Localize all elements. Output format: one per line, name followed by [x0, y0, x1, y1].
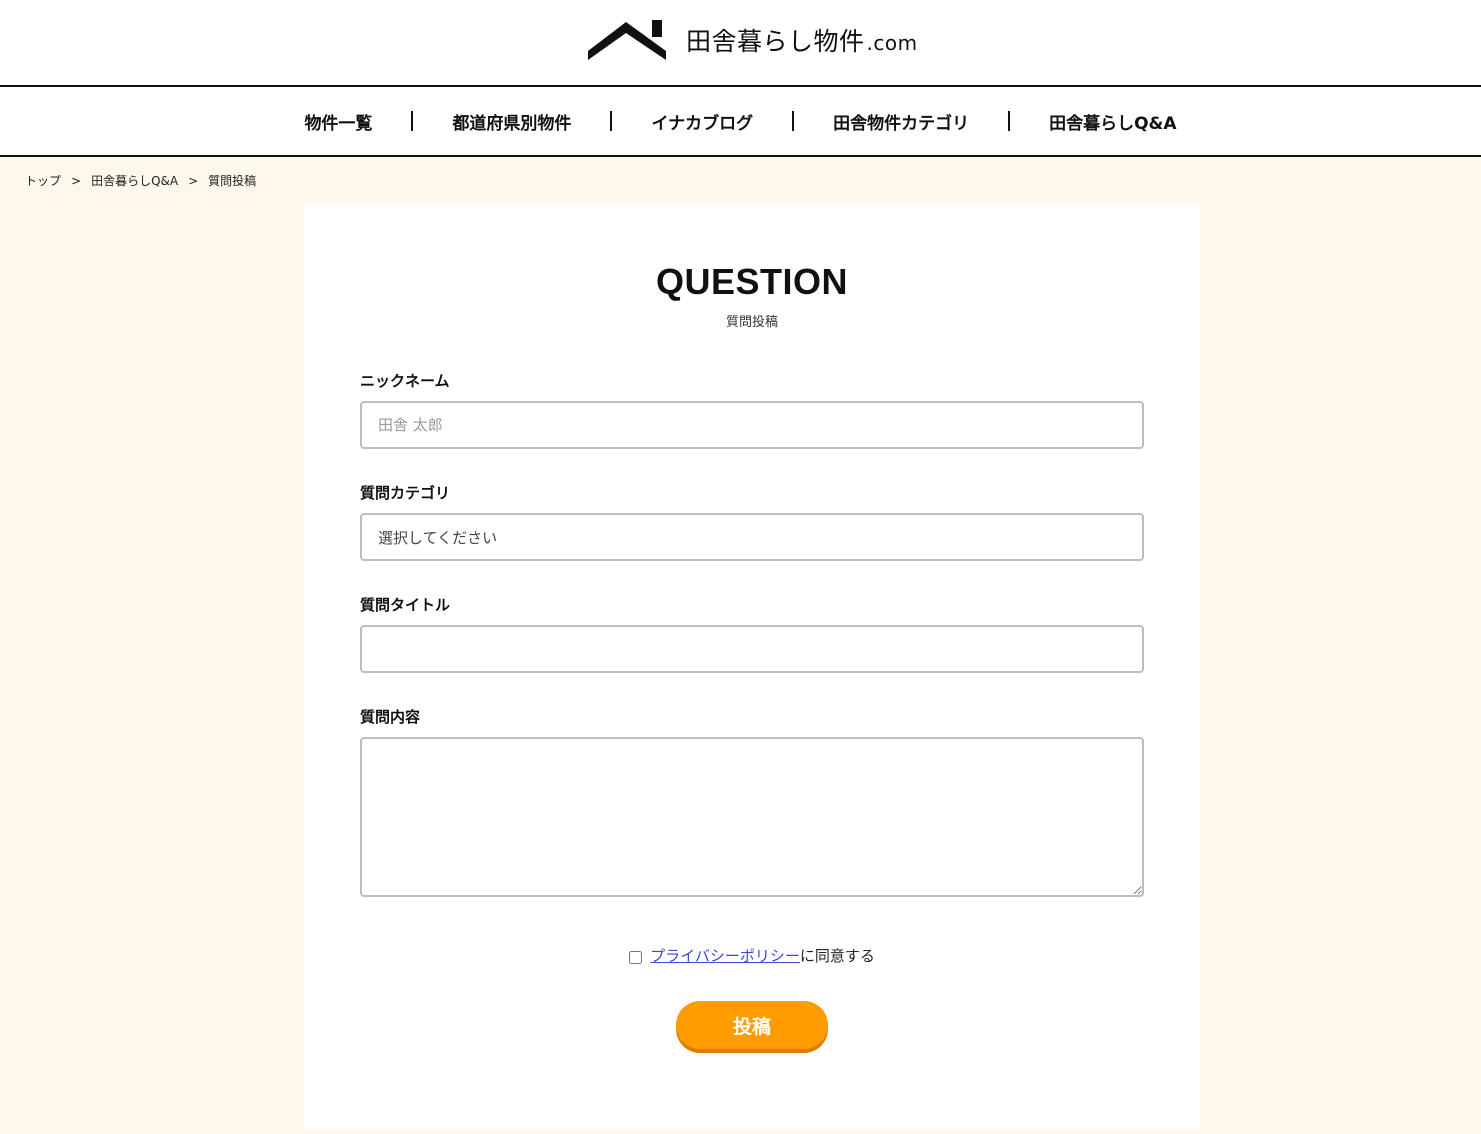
privacy-policy-link[interactable]: プライバシーポリシー — [650, 945, 800, 966]
header-divider-bottom — [0, 155, 1481, 157]
category-label: 質問カテゴリ — [360, 484, 451, 502]
question-form-card: QUESTION 質問投稿 ニックネーム 質問カテゴリ 選択してください 質問タ… — [304, 205, 1200, 1129]
breadcrumb: トップ > 田舎暮らしQ&A > 質問投稿 — [25, 172, 256, 189]
privacy-agreement: プライバシーポリシー に同意する — [304, 945, 1200, 966]
question-title-input[interactable] — [360, 625, 1144, 673]
privacy-agree-checkbox[interactable] — [629, 951, 643, 964]
nav-item-qa[interactable]: 田舎暮らしQ&A — [1010, 109, 1215, 134]
site-logo-text: 田舎暮らし物件 .com — [686, 27, 918, 56]
question-body-textarea[interactable] — [360, 737, 1144, 897]
breadcrumb-qa[interactable]: 田舎暮らしQ&A — [91, 172, 178, 189]
nav-item-prefecture[interactable]: 都道府県別物件 — [413, 109, 610, 134]
global-nav: 物件一覧 都道府県別物件 イナカブログ 田舎物件カテゴリ 田舎暮らしQ&A — [0, 87, 1481, 155]
question-title-label: 質問タイトル — [360, 596, 451, 614]
submit-button[interactable]: 投稿 — [676, 1001, 828, 1049]
breadcrumb-top[interactable]: トップ — [25, 172, 61, 189]
breadcrumb-current: 質問投稿 — [208, 174, 257, 188]
site-header: 田舎暮らし物件 .com 物件一覧 都道府県別物件 イナカブログ 田舎物件カテゴリ… — [0, 0, 1481, 157]
question-body-label: 質問内容 — [360, 708, 421, 726]
category-select[interactable]: 選択してください — [360, 513, 1144, 561]
nav-item-category[interactable]: 田舎物件カテゴリ — [794, 109, 1008, 134]
breadcrumb-separator: > — [188, 173, 199, 188]
nav-item-blog[interactable]: イナカブログ — [612, 109, 792, 134]
breadcrumb-separator: > — [71, 173, 82, 188]
site-logo-suffix: .com — [866, 31, 918, 55]
nickname-label: ニックネーム — [360, 372, 450, 390]
category-select-value: 選択してください — [378, 528, 498, 547]
page-title: QUESTION — [655, 261, 848, 302]
site-logo[interactable]: 田舎暮らし物件 .com — [586, 18, 918, 62]
nav-item-property-list[interactable]: 物件一覧 — [265, 109, 411, 134]
nickname-input[interactable] — [360, 401, 1144, 449]
house-roof-icon — [588, 20, 666, 60]
page-subtitle: 質問投稿 — [725, 315, 778, 330]
privacy-agree-text: に同意する — [799, 947, 875, 965]
